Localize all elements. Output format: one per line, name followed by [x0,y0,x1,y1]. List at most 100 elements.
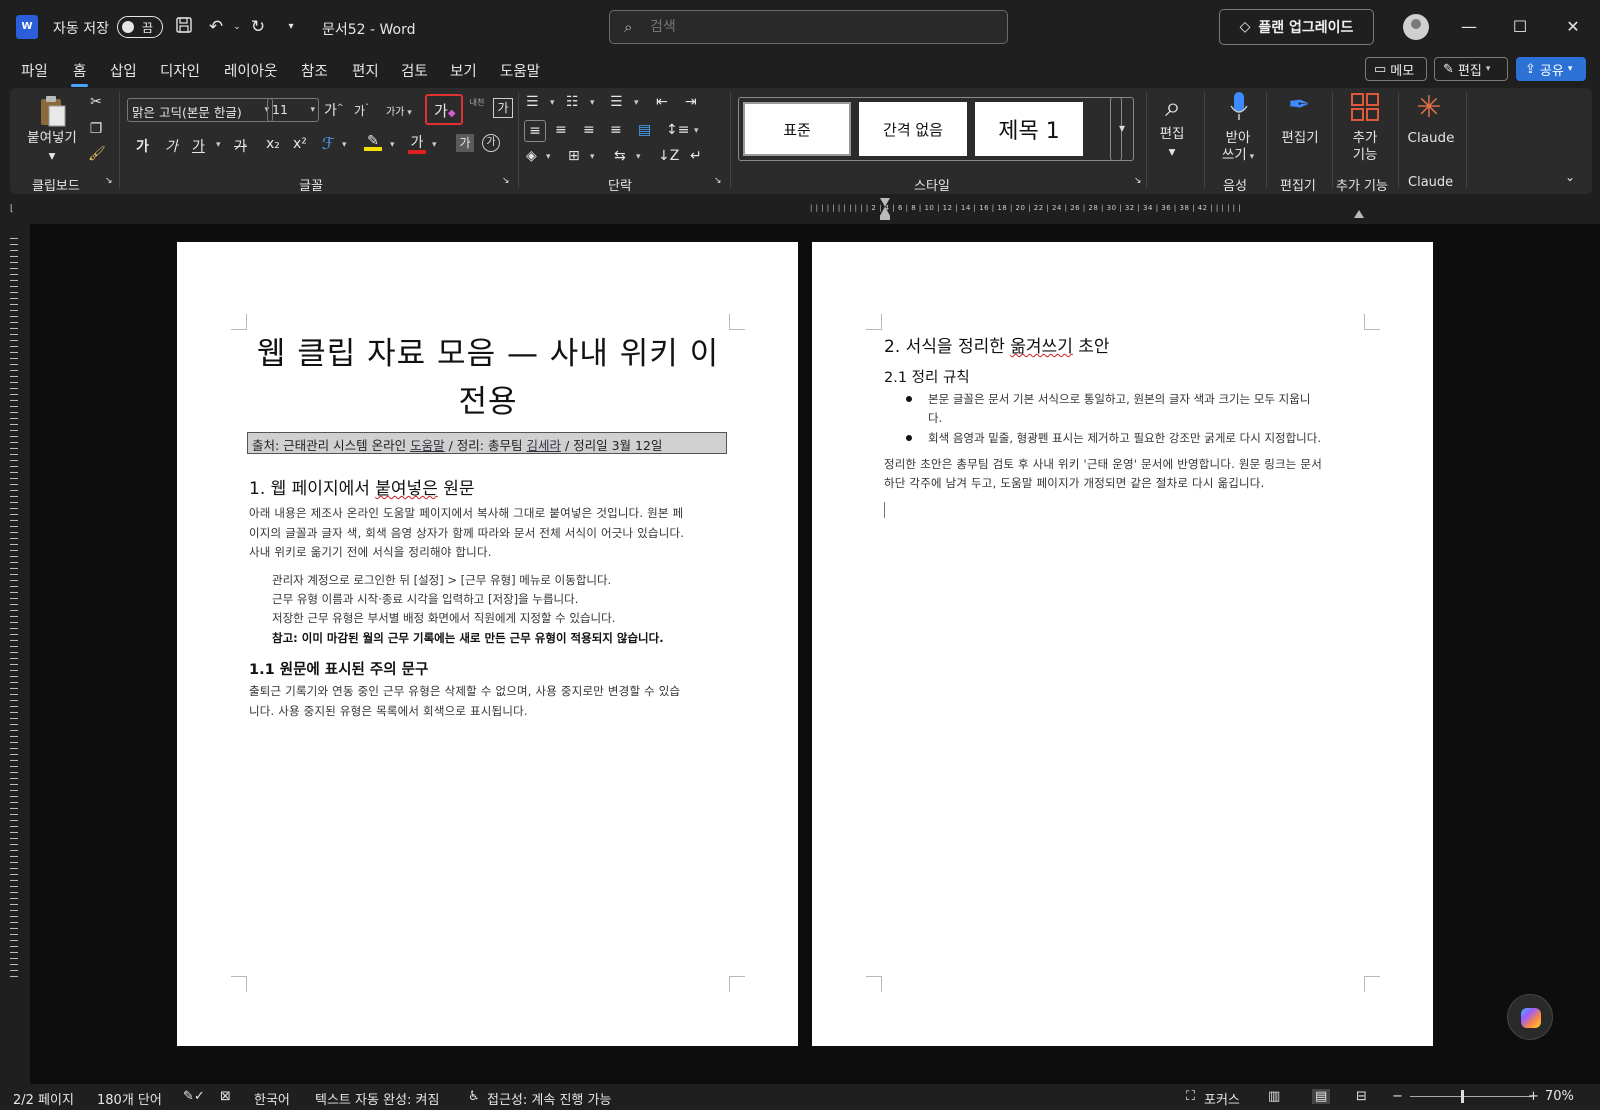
increase-indent-icon[interactable]: ⇥ [685,94,697,110]
collapse-ribbon-icon[interactable]: ⌄ [1565,170,1575,184]
text-effects-dropdown-icon[interactable]: ▾ [342,140,347,150]
multilevel-dropdown-icon[interactable]: ▾ [634,98,639,108]
share-button[interactable]: ⇪ 공유 ▾ [1516,57,1586,81]
text-predictions[interactable]: 텍스트 자동 완성: 켜짐 [315,1089,439,1108]
tab-selector-icon[interactable]: ⌊ [10,204,14,214]
read-mode-icon[interactable]: ▥ [1268,1089,1280,1104]
editing-dropdown-icon[interactable]: ▾ [1166,144,1178,161]
tab-help[interactable]: 도움말 [500,60,540,81]
bullets-icon[interactable]: ☰ [526,94,539,110]
highlight-color-icon[interactable]: ✎ [364,133,382,151]
search-input[interactable] [650,17,990,37]
claude-icon[interactable]: ✳ [1412,90,1446,125]
italic-icon[interactable]: 가 [165,136,178,156]
font-size-select[interactable]: 11 ▾ [267,98,319,122]
editor-icon[interactable]: ✒ [1282,90,1316,120]
styles-launcher-icon[interactable]: ↘ [1134,176,1142,186]
paste-icon[interactable] [36,94,70,130]
line-spacing-dropdown-icon[interactable]: ▾ [694,126,699,136]
shading-icon[interactable]: ◈ [526,148,537,164]
superscript-icon[interactable]: x² [293,136,307,152]
focus-icon[interactable]: ⛶ [1186,1089,1195,1104]
track-changes-icon[interactable]: ⊠ [220,1089,231,1104]
shrink-font-icon[interactable]: 가ˇ [354,102,369,119]
align-center-icon[interactable]: ≡ [555,122,567,138]
editing-label[interactable]: 편집 [1152,126,1192,143]
enclose-characters-icon[interactable]: 가 [482,134,500,152]
claude-label[interactable]: Claude [1406,130,1456,147]
font-launcher-icon[interactable]: ↘ [502,176,510,186]
zoom-out-icon[interactable]: − [1392,1089,1403,1104]
tab-review[interactable]: 검토 [401,60,428,81]
underline-icon[interactable]: 가 [192,136,205,156]
horizontal-ruler[interactable]: ⌊ | | | | | | | | | | | 2 | 4 | 6 | 8 | … [0,196,1600,224]
heading-2-1[interactable]: 2.1 정리 규칙 [884,366,970,387]
undo-dropdown-icon[interactable]: ⌄ [226,16,248,38]
paste-label[interactable]: 붙여넣기 [24,130,80,147]
page-1[interactable]: 웹 클립 자료 모음 — 사내 위키 이전용 출처: 근태관리 시스템 온라인 … [177,242,798,1046]
editor-label[interactable]: 편집기 [1276,130,1324,147]
tab-view[interactable]: 보기 [450,60,477,81]
find-icon[interactable]: ⌕ [1156,90,1190,124]
styles-more-icon[interactable]: ▾ [1110,97,1134,161]
cut-icon[interactable]: ✂ [88,94,104,110]
font-color-icon[interactable]: 가 [408,132,426,154]
customize-toolbar-icon[interactable]: ▾ [280,16,302,38]
tab-design[interactable]: 디자인 [160,60,200,81]
vertical-ruler[interactable] [0,224,30,1084]
close-icon[interactable]: ✕ [1558,14,1588,40]
redo-icon[interactable]: ↻ [247,16,269,38]
line-spacing-icon[interactable]: ↕≡ [666,122,689,138]
tab-home[interactable]: 홈 [70,60,89,87]
page-2[interactable]: 2. 서식을 정리한 옮겨쓰기 초안 2.1 정리 규칙 본문 글꼴은 문서 기… [812,242,1433,1046]
show-marks-icon[interactable]: ↵ [690,148,702,164]
add-ins-icon[interactable] [1350,92,1380,122]
source-line[interactable]: 출처: 근태관리 시스템 온라인 도움말 / 정리: 총무팀 김세라 / 정리일… [247,432,727,454]
page-count[interactable]: 2/2 페이지 [13,1089,74,1108]
sort-icon[interactable]: ↓Z [658,148,679,164]
decrease-indent-icon[interactable]: ⇤ [656,94,668,110]
text-direction-icon[interactable]: ⇆ [614,148,626,164]
paragraph-caution[interactable]: 출퇴근 기록기와 연동 중인 근무 유형은 삭제할 수 없으며, 사용 중지로만… [249,682,729,721]
zoom-level[interactable]: 70% [1545,1089,1574,1104]
borders-icon[interactable]: ⊞ [568,148,580,164]
heading-1[interactable]: 1. 웹 페이지에서 붙여넣은 원문 [249,474,475,499]
phonetic-guide-icon[interactable]: 내천 [468,98,486,107]
step-line[interactable]: 저장한 근무 유형은 부서별 배정 화면에서 직원에게 지정할 수 있습니다. [272,610,615,626]
add-ins-label[interactable]: 추가 기능 [1342,130,1388,164]
tab-file[interactable]: 파일 [21,60,48,81]
document-title-heading[interactable]: 웹 클립 자료 모음 — 사내 위키 이전용 [249,330,727,426]
undo-icon[interactable]: ↶ [205,16,227,38]
style-normal[interactable]: 표준 [743,102,851,156]
justify-icon[interactable]: ≡ [610,122,622,138]
zoom-slider-thumb[interactable] [1461,1090,1464,1103]
microphone-icon[interactable] [1228,90,1250,124]
note-line[interactable]: 참고: 이미 마감된 월의 근무 기록에는 새로 만든 근무 유형이 적용되지 … [272,630,664,646]
numbering-icon[interactable]: ☷ [566,94,579,110]
bullet-item[interactable]: 회색 음영과 밑줄, 형광펜 표시는 제거하고 필요한 강조만 굵게로 다시 지… [906,429,1368,448]
font-color-dropdown-icon[interactable]: ▾ [432,140,437,150]
heading-2[interactable]: 2. 서식을 정리한 옮겨쓰기 초안 [884,332,1110,357]
document-canvas[interactable]: 웹 클립 자료 모음 — 사내 위키 이전용 출처: 근태관리 시스템 온라인 … [30,224,1600,1084]
format-painter-icon[interactable]: 🖌 [88,146,106,162]
copy-icon[interactable]: ❐ [88,121,104,137]
language[interactable]: 한국어 [254,1089,290,1108]
step-line[interactable]: 관리자 계정으로 로그인한 뒤 [설정] > [근무 유형] 메뉴로 이동합니다… [272,572,611,588]
print-layout-icon[interactable]: ▤ [1312,1089,1331,1104]
character-border-icon[interactable]: 가 [493,98,513,118]
text-effects-icon[interactable]: ℱ [322,134,335,153]
underline-dropdown-icon[interactable]: ▾ [216,140,221,150]
word-count[interactable]: 180개 단어 [97,1089,162,1108]
memo-button[interactable]: ▭ 메모 [1365,57,1427,81]
tab-references[interactable]: 참조 [301,60,328,81]
numbering-dropdown-icon[interactable]: ▾ [590,98,595,108]
autosave-toggle[interactable]: 끔 [117,16,163,38]
bold-icon[interactable]: 가 [136,136,149,156]
align-left-icon[interactable]: ≡ [524,120,546,142]
zoom-in-icon[interactable]: + [1528,1089,1539,1104]
search-box[interactable]: ⌕ [609,10,1008,44]
bullets-dropdown-icon[interactable]: ▾ [550,98,555,108]
dictate-label[interactable]: 받아 쓰기 ▾ [1218,130,1258,166]
font-name-select[interactable]: 맑은 고딕(본문 한글) ▾ [127,98,273,122]
bullet-item[interactable]: 본문 글꼴은 문서 기본 서식으로 통일하고, 원본의 글자 색과 크기는 모두… [906,390,1358,427]
